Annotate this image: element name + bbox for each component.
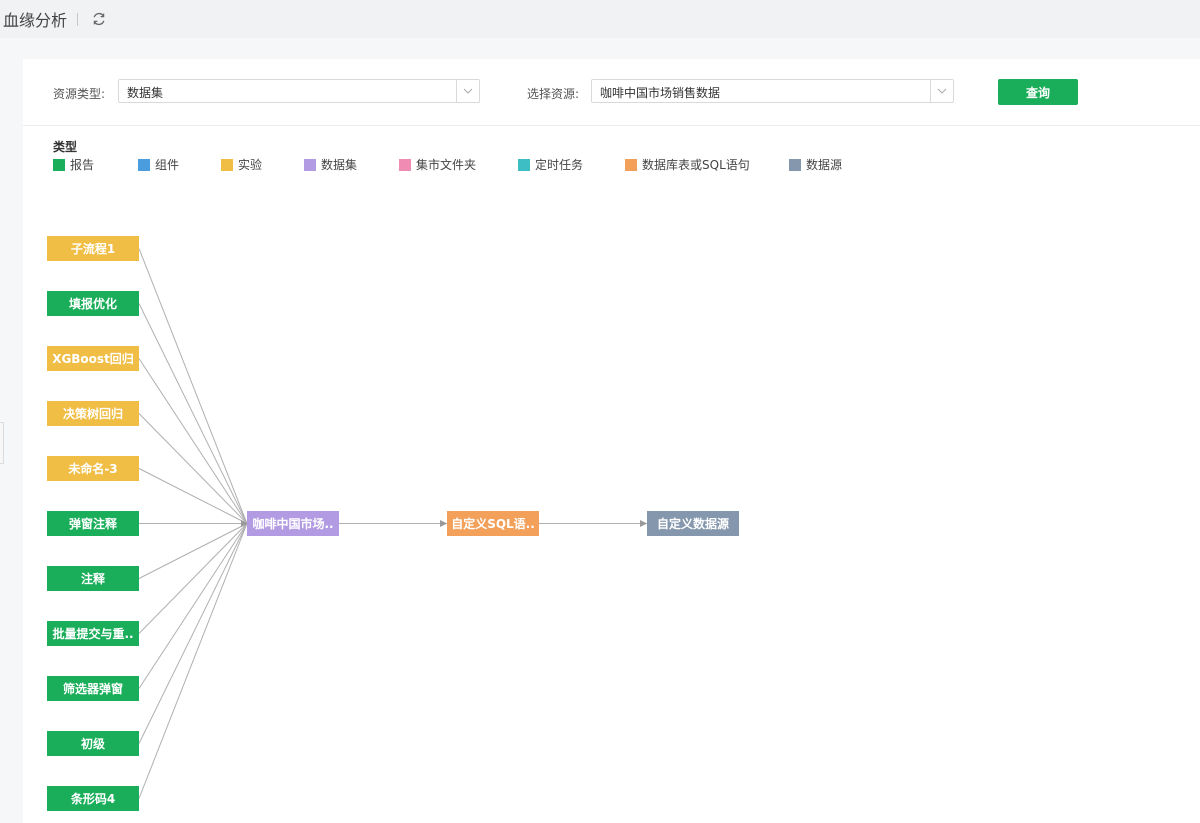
lineage-node[interactable]: 咖啡中国市场.. xyxy=(247,511,339,536)
lineage-edge xyxy=(138,523,248,634)
lineage-edge xyxy=(138,413,248,524)
lineage-node-label: 咖啡中国市场.. xyxy=(252,517,334,531)
lineage-node[interactable]: 自定义SQL语.. xyxy=(447,511,539,536)
lineage-node-label: 弹窗注释 xyxy=(68,517,117,531)
lineage-node[interactable]: 注释 xyxy=(47,566,139,591)
lineage-node[interactable]: 初级 xyxy=(47,731,139,756)
page-title: 血缘分析 xyxy=(3,11,68,30)
lineage-node-label: 初级 xyxy=(80,737,105,751)
lineage-node[interactable]: XGBoost回归 xyxy=(47,346,139,371)
lineage-node-label: 填报优化 xyxy=(68,297,117,311)
lineage-node[interactable]: 决策树回归 xyxy=(47,401,139,426)
refresh-icon[interactable] xyxy=(91,11,107,27)
edge-arrow-icon xyxy=(640,520,647,527)
lineage-node[interactable]: 条形码4 xyxy=(47,786,139,811)
lineage-node-label: XGBoost回归 xyxy=(52,352,134,366)
lineage-node[interactable]: 批量提交与重.. xyxy=(47,621,139,646)
lineage-edge xyxy=(138,248,248,524)
lineage-edges xyxy=(138,248,647,799)
lineage-edge xyxy=(138,523,248,689)
lineage-node[interactable]: 未命名-3 xyxy=(47,456,139,481)
lineage-node[interactable]: 填报优化 xyxy=(47,291,139,316)
lineage-edge xyxy=(138,523,248,744)
lineage-node-label: 未命名-3 xyxy=(68,462,118,476)
lineage-node-label: 批量提交与重.. xyxy=(52,627,134,641)
lineage-node-label: 自定义数据源 xyxy=(656,517,729,531)
lineage-node-label: 决策树回归 xyxy=(62,407,123,421)
edge-arrow-icon xyxy=(440,520,447,527)
lineage-edge xyxy=(138,303,248,524)
lineage-node-label: 筛选器弹窗 xyxy=(62,682,123,696)
lineage-node-label: 条形码4 xyxy=(70,792,116,806)
title-divider xyxy=(77,12,79,26)
lineage-node-label: 注释 xyxy=(80,572,105,586)
lineage-edge xyxy=(138,523,248,799)
lineage-node-label: 自定义SQL语.. xyxy=(451,517,535,531)
main-panel: 资源类型: 数据集 选择资源: 咖啡中国市场销售数据 查询 类型 报告 组件 实验数… xyxy=(23,59,1200,823)
top-bar: 血缘分析 xyxy=(0,0,1200,38)
lineage-node[interactable]: 筛选器弹窗 xyxy=(47,676,139,701)
lineage-edge xyxy=(138,468,248,524)
lineage-edge xyxy=(138,523,248,579)
lineage-node[interactable]: 子流程1 xyxy=(47,236,139,261)
lineage-node[interactable]: 自定义数据源 xyxy=(647,511,739,536)
lineage-node[interactable]: 弹窗注释 xyxy=(47,511,139,536)
lineage-node-label: 子流程1 xyxy=(70,242,116,256)
sidebar-collapse-handle[interactable] xyxy=(0,422,4,464)
lineage-edge xyxy=(138,358,248,524)
